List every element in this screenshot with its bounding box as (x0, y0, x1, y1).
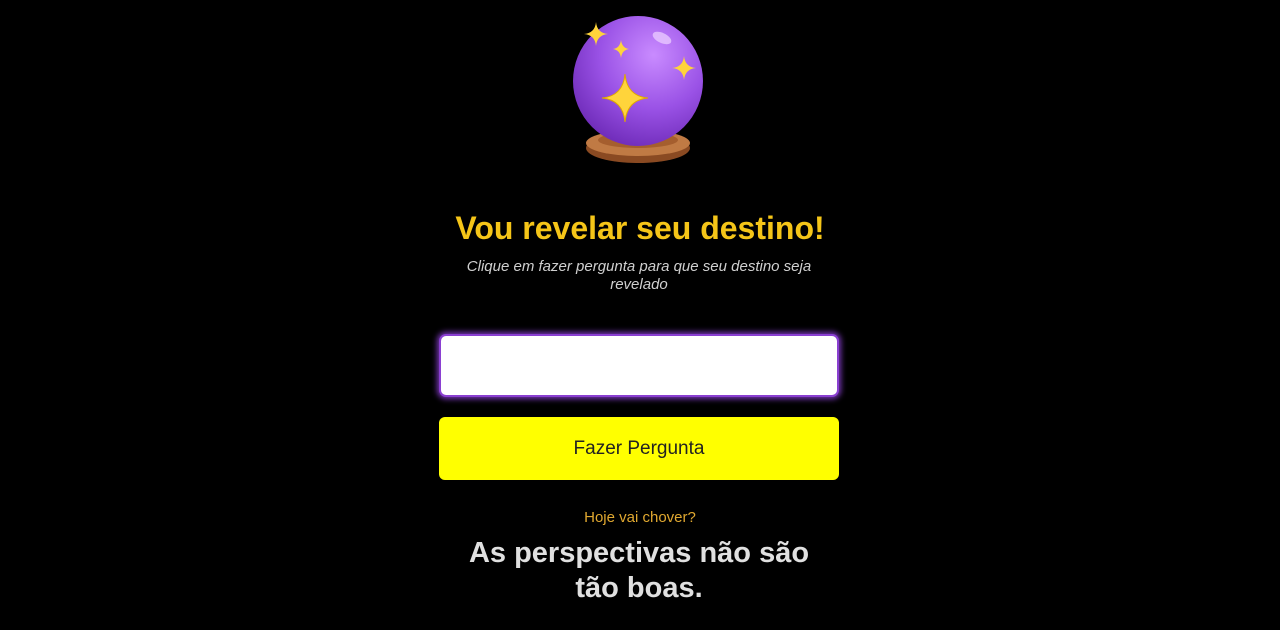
asked-question: Hoje vai chover? (584, 509, 696, 526)
page-title: Vou revelar seu destino! (455, 210, 825, 246)
fortune-answer: As perspectivas não são tão boas. (468, 537, 810, 604)
crystal-ball-icon (573, 16, 703, 163)
page-subtitle: Clique em fazer pergunta para que seu de… (466, 258, 812, 293)
ask-question-button[interactable]: Fazer Pergunta (439, 417, 839, 480)
question-input[interactable] (439, 334, 839, 397)
page: Vou revelar seu destino! Clique em fazer… (0, 0, 1280, 630)
